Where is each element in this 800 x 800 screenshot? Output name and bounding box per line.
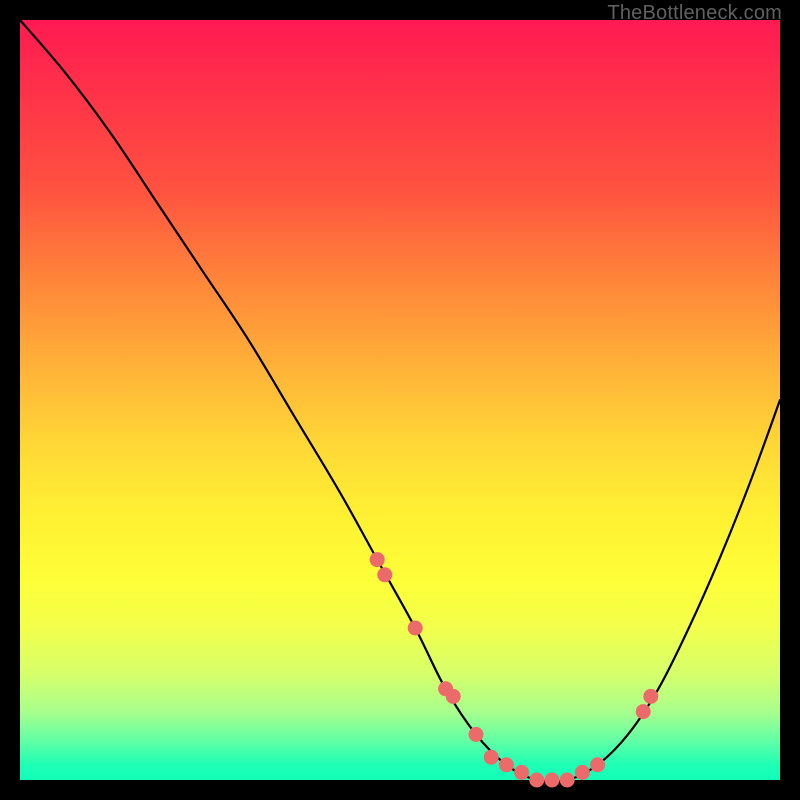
- marker-dot: [370, 552, 385, 567]
- marker-dot: [408, 621, 423, 636]
- marker-dot: [499, 757, 514, 772]
- marker-dot: [484, 750, 499, 765]
- marker-dot: [377, 567, 392, 582]
- marker-group: [370, 552, 659, 787]
- marker-dot: [575, 765, 590, 780]
- chart-stage: TheBottleneck.com: [0, 0, 800, 800]
- marker-dot: [545, 773, 560, 788]
- attribution-text: TheBottleneck.com: [607, 2, 782, 25]
- marker-dot: [643, 689, 658, 704]
- marker-dot: [514, 765, 529, 780]
- marker-dot: [469, 727, 484, 742]
- marker-dot: [446, 689, 461, 704]
- plot-area: [20, 20, 780, 780]
- marker-dot: [560, 773, 575, 788]
- chart-svg: [20, 20, 780, 780]
- marker-dot: [636, 704, 651, 719]
- curve-line: [20, 20, 780, 782]
- marker-dot: [590, 757, 605, 772]
- marker-dot: [529, 773, 544, 788]
